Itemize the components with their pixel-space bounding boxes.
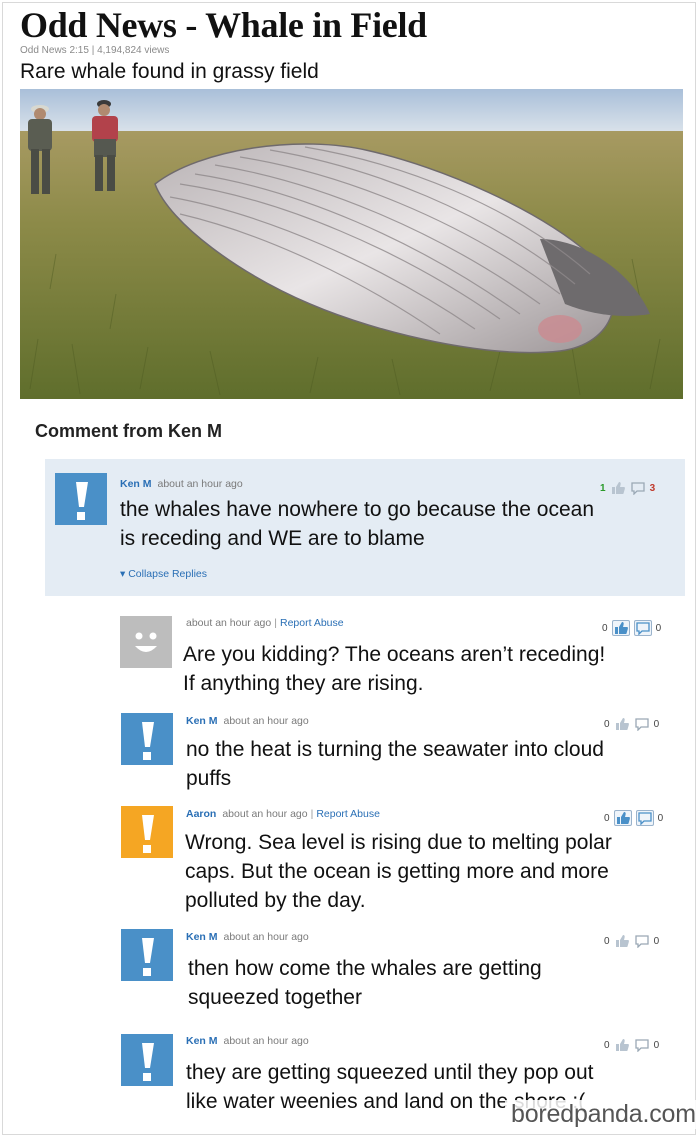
- downvote-count: 3: [649, 482, 656, 494]
- reply-text: no the heat is turning the seawater into…: [186, 735, 604, 793]
- reply-meta: Ken M about an hour ago: [186, 1035, 309, 1047]
- thumbs-up-icon[interactable]: [614, 934, 630, 948]
- vote-controls: 1 3: [600, 481, 656, 496]
- smiley-avatar[interactable]: [120, 616, 172, 668]
- reply-author[interactable]: Ken M: [186, 1035, 218, 1047]
- reply-time: about an hour ago: [223, 931, 309, 943]
- reply-text-line: squeezed together: [188, 986, 362, 1009]
- reply-meta: Ken M about an hour ago: [186, 931, 309, 943]
- downvote-count: 0: [657, 812, 664, 824]
- reply-time: about an hour ago: [223, 1035, 309, 1047]
- comment-heading: Comment from Ken M: [35, 421, 223, 441]
- comment-bubble-icon[interactable]: [634, 934, 650, 949]
- thumbs-up-icon[interactable]: [614, 717, 630, 731]
- report-abuse-link[interactable]: Report Abuse: [316, 808, 380, 820]
- comment-meta: Ken M about an hour ago: [120, 478, 243, 490]
- boredpanda-watermark: boredpanda.com: [505, 1100, 700, 1129]
- blue-exclamation-avatar[interactable]: [55, 473, 107, 525]
- collapse-replies-link[interactable]: ▾ Collapse Replies: [120, 568, 207, 580]
- orange-exclamation-avatar[interactable]: [121, 806, 173, 858]
- reply-text-line: they are getting squeezed until they pop…: [186, 1061, 594, 1084]
- upvote-count: 0: [602, 622, 608, 634]
- reply-text-line: Are you kidding? The oceans aren’t reced…: [183, 643, 606, 666]
- downvote-count: 0: [653, 935, 660, 947]
- reply-text-line: Wrong. Sea level is rising due to meltin…: [185, 831, 612, 854]
- reply-author[interactable]: Ken M: [186, 931, 218, 943]
- blue-exclamation-avatar[interactable]: [121, 713, 173, 765]
- upvote-count: 0: [604, 935, 610, 947]
- reply-text-line: then how come the whales are getting: [188, 957, 542, 980]
- thumbs-up-icon[interactable]: [610, 481, 626, 495]
- reply-text: then how come the whales are getting squ…: [188, 954, 542, 1012]
- article-headline: Odd News - Whale in Field: [20, 5, 427, 45]
- reply-text: Wrong. Sea level is rising due to meltin…: [185, 828, 612, 915]
- vote-controls: 0 0: [604, 717, 660, 732]
- thumbs-up-icon[interactable]: [611, 620, 630, 636]
- collapse-replies-label: Collapse Replies: [128, 568, 207, 580]
- vote-controls: 0 0: [604, 810, 663, 826]
- report-abuse-link[interactable]: Report Abuse: [280, 617, 344, 629]
- reply-author[interactable]: Ken M: [186, 715, 218, 727]
- vote-controls: 0 0: [602, 620, 661, 636]
- comment-text: the whales have nowhere to go because th…: [120, 495, 594, 553]
- vote-controls: 0 0: [604, 934, 660, 949]
- meta-separator: |: [310, 808, 314, 820]
- comment-bubble-icon[interactable]: [633, 620, 652, 636]
- reply-author[interactable]: Aaron: [186, 808, 216, 820]
- thumbs-up-icon[interactable]: [614, 1038, 630, 1052]
- blue-exclamation-avatar[interactable]: [121, 929, 173, 981]
- article-byline: Odd News 2:15 | 4,194,824 views: [20, 45, 170, 56]
- reply-time: about an hour ago: [223, 715, 309, 727]
- thumbs-up-icon[interactable]: [613, 810, 632, 826]
- comment-time: about an hour ago: [157, 478, 243, 490]
- comment-text-line: is receding and WE are to blame: [120, 527, 425, 550]
- reply-time: about an hour ago: [222, 808, 308, 820]
- comment-bubble-icon[interactable]: [630, 481, 646, 496]
- upvote-count: 0: [604, 718, 610, 730]
- reply-text-line: If anything they are rising.: [183, 672, 424, 695]
- reply-meta: Ken M about an hour ago: [186, 715, 309, 727]
- reply-meta: about an hour ago | Report Abuse: [186, 617, 344, 629]
- vote-controls: 0 0: [604, 1038, 660, 1053]
- reply-text: Are you kidding? The oceans aren’t reced…: [183, 640, 605, 698]
- reply-text-line: puffs: [186, 767, 232, 790]
- reply-time: about an hour ago: [186, 617, 272, 629]
- comment-bubble-icon[interactable]: [634, 717, 650, 732]
- caret-down-icon: ▾: [120, 568, 126, 580]
- reply-text-line: polluted by the day.: [185, 889, 366, 912]
- downvote-count: 0: [655, 622, 662, 634]
- comment-author[interactable]: Ken M: [120, 478, 152, 490]
- reply-text-line: caps. But the ocean is getting more and …: [185, 860, 609, 883]
- upvote-count: 1: [600, 482, 606, 494]
- meta-separator: |: [274, 617, 277, 629]
- reply-meta: Aaron about an hour ago | Report Abuse: [186, 808, 380, 820]
- blue-exclamation-avatar[interactable]: [121, 1034, 173, 1086]
- article-subtitle: Rare whale found in grassy field: [20, 60, 319, 83]
- downvote-count: 0: [653, 1039, 660, 1051]
- comment-bubble-icon[interactable]: [635, 810, 654, 826]
- whale-photo: [20, 89, 683, 399]
- upvote-count: 0: [604, 1039, 610, 1051]
- comment-bubble-icon[interactable]: [634, 1038, 650, 1053]
- comment-text-line: the whales have nowhere to go because th…: [120, 498, 595, 521]
- upvote-count: 0: [604, 812, 610, 824]
- downvote-count: 0: [653, 718, 660, 730]
- reply-text-line: no the heat is turning the seawater into…: [186, 738, 604, 761]
